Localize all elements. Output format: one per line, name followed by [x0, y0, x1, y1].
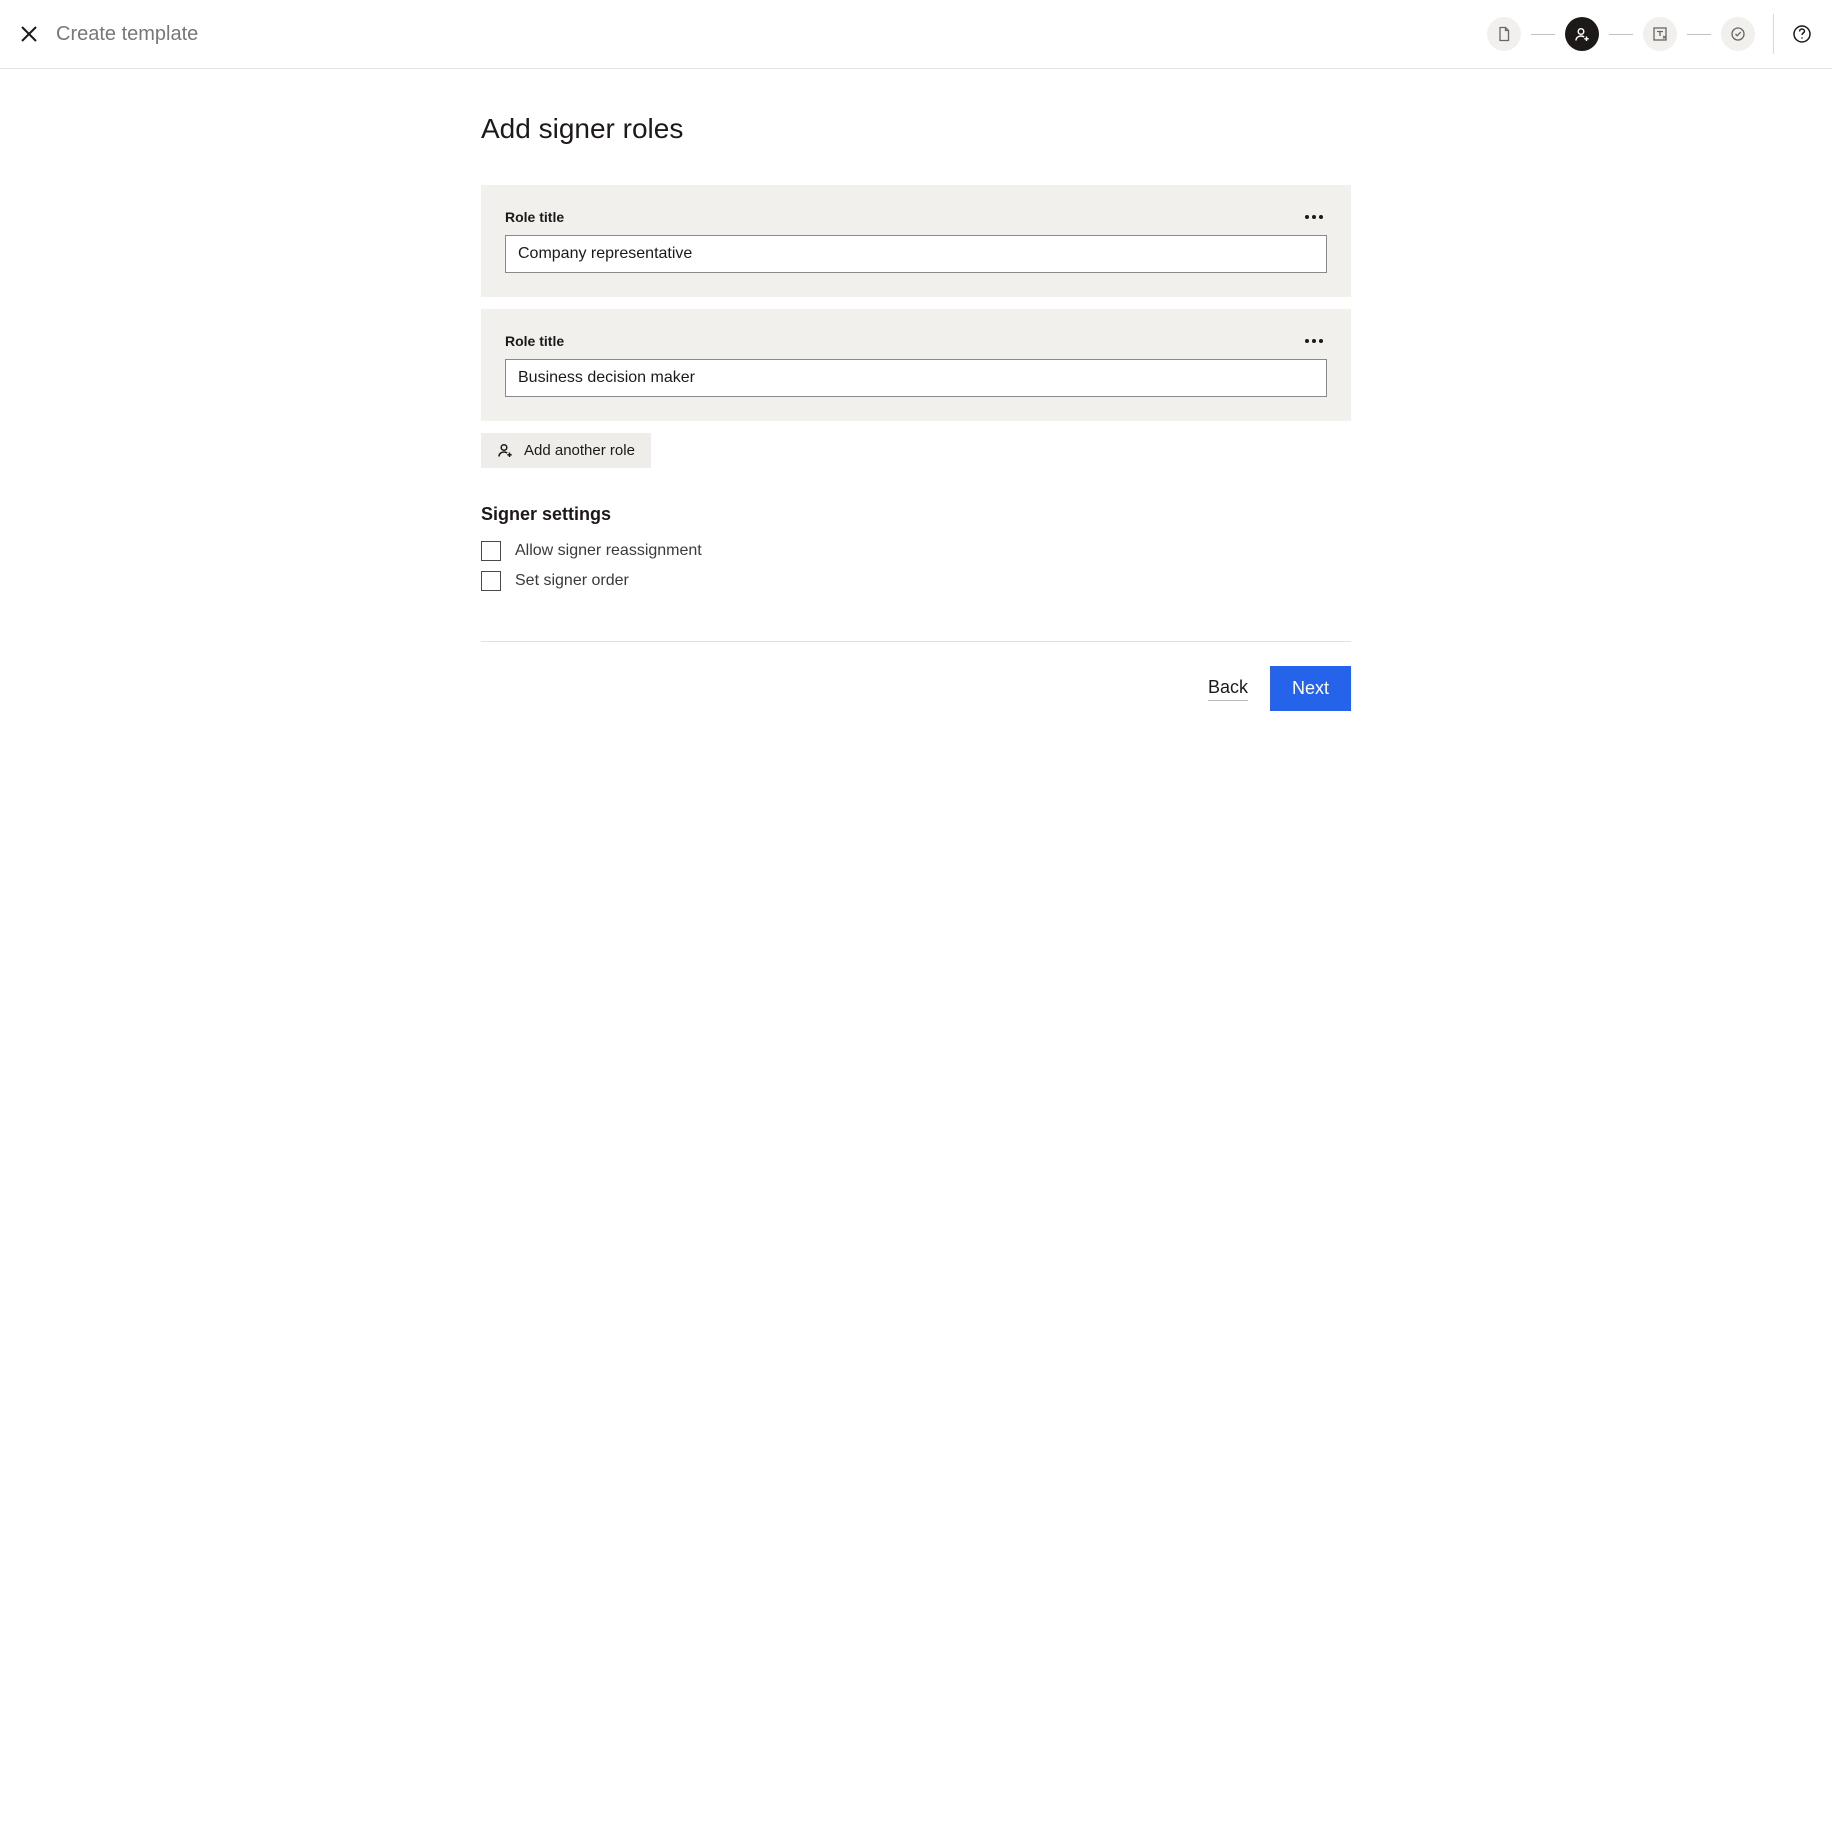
signer-settings-section: Signer settings Allow signer reassignmen…: [481, 504, 1351, 591]
add-person-icon: [497, 442, 514, 459]
header-title: Create template: [56, 23, 198, 46]
role-card: Role title: [481, 309, 1351, 421]
signer-settings-heading: Signer settings: [481, 504, 1351, 525]
role-card-header: Role title: [505, 333, 1327, 349]
step-line: [1609, 34, 1633, 35]
check-circle-icon: [1730, 26, 1746, 42]
step-document[interactable]: [1487, 17, 1521, 51]
role-title-label: Role title: [505, 333, 564, 349]
set-order-label[interactable]: Set signer order: [515, 572, 629, 590]
close-button[interactable]: [20, 25, 38, 43]
checkbox-row-reassignment: Allow signer reassignment: [481, 541, 1351, 561]
step-line: [1531, 34, 1555, 35]
set-order-checkbox[interactable]: [481, 571, 501, 591]
footer-divider: [481, 641, 1351, 642]
checkbox-row-order: Set signer order: [481, 571, 1351, 591]
header-left: Create template: [20, 23, 198, 46]
role-title-input[interactable]: [505, 235, 1327, 273]
step-review[interactable]: [1721, 17, 1755, 51]
role-more-button[interactable]: [1301, 335, 1327, 347]
more-icon: [1312, 339, 1316, 343]
add-role-button[interactable]: Add another role: [481, 433, 651, 468]
allow-reassignment-checkbox[interactable]: [481, 541, 501, 561]
more-icon: [1305, 215, 1309, 219]
more-icon: [1319, 215, 1323, 219]
more-icon: [1312, 215, 1316, 219]
role-title-input[interactable]: [505, 359, 1327, 397]
add-role-label: Add another role: [524, 442, 635, 459]
stepper: [1487, 17, 1755, 51]
close-icon: [20, 25, 38, 43]
step-fields[interactable]: [1643, 17, 1677, 51]
next-button[interactable]: Next: [1270, 666, 1351, 711]
more-icon: [1319, 339, 1323, 343]
allow-reassignment-label[interactable]: Allow signer reassignment: [515, 542, 702, 560]
role-more-button[interactable]: [1301, 211, 1327, 223]
back-button[interactable]: Back: [1208, 677, 1248, 701]
add-person-icon: [1574, 26, 1591, 43]
role-title-label: Role title: [505, 209, 564, 225]
help-button[interactable]: [1792, 24, 1812, 44]
vertical-divider: [1773, 14, 1774, 54]
more-icon: [1305, 339, 1309, 343]
step-line: [1687, 34, 1711, 35]
header: Create template: [0, 0, 1832, 69]
header-right: [1487, 14, 1812, 54]
footer-actions: Back Next: [481, 666, 1351, 711]
step-signers[interactable]: [1565, 17, 1599, 51]
page-heading: Add signer roles: [481, 113, 1351, 145]
help-icon: [1792, 24, 1812, 44]
main-content: Add signer roles Role title Role title: [481, 69, 1351, 751]
role-card-header: Role title: [505, 209, 1327, 225]
document-icon: [1496, 26, 1512, 42]
text-field-icon: [1652, 26, 1668, 42]
role-card: Role title: [481, 185, 1351, 297]
